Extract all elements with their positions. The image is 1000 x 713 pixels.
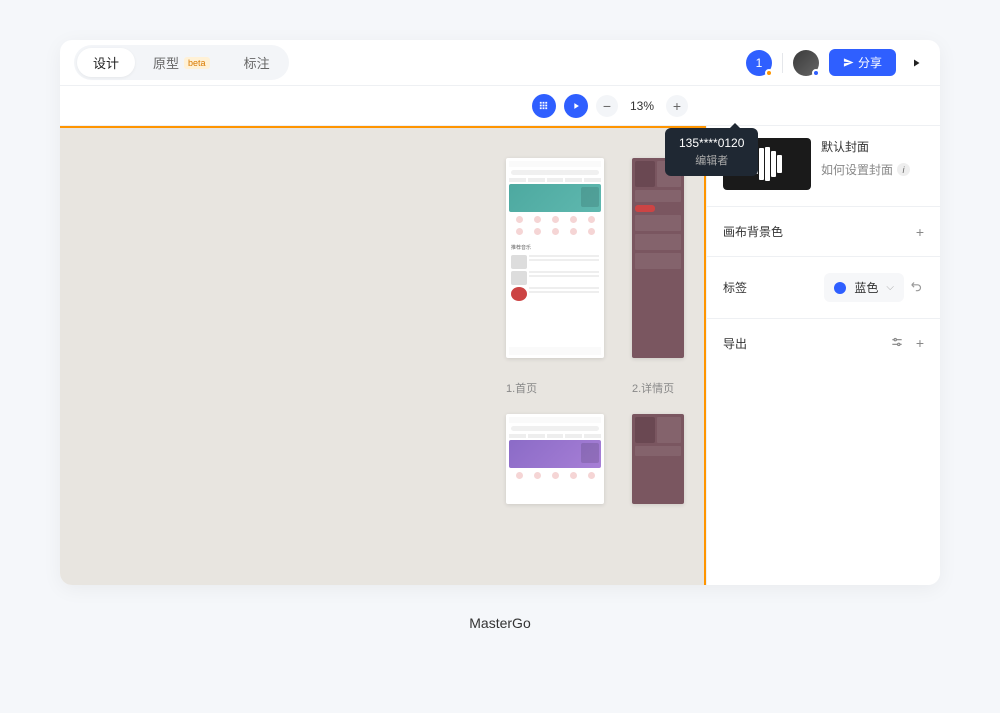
artboard-frame-detail-2[interactable] [632,414,684,504]
sliders-icon [890,335,904,349]
view-toolbar: − 13% + [60,86,940,126]
artboard-column-1: 推荐音乐 1.首页 [506,158,604,504]
canvas[interactable]: 推荐音乐 1.首页 [60,126,706,585]
paper-plane-icon [843,57,854,68]
color-swatch-icon [834,282,846,294]
page-caption: MasterGo [469,615,530,631]
artboard-frame-home[interactable]: 推荐音乐 [506,158,604,358]
export-section: 导出 + [723,335,924,352]
beta-badge: beta [184,57,210,69]
grid-icon [538,100,549,111]
cover-subtitle: 如何设置封面 [821,161,893,178]
export-label: 导出 [723,335,747,352]
undo-button[interactable] [910,279,924,296]
cover-info: 默认封面 如何设置封面 i [821,138,910,190]
user-presence-badge[interactable]: 1 [746,50,772,76]
share-button[interactable]: 分享 [829,49,896,76]
play-view-button[interactable] [564,94,588,118]
divider [707,206,940,207]
main-content: 推荐音乐 1.首页 [60,126,940,585]
mode-tabs: 设计 原型 beta 标注 [74,45,289,80]
add-background-button[interactable]: + [916,224,924,240]
presence-dot-icon [765,69,773,77]
artboard-label-1: 1.首页 [506,380,604,396]
zoom-in-button[interactable]: + [666,95,688,117]
cover-help-link[interactable]: 如何设置封面 i [821,161,910,178]
background-section: 画布背景色 + [723,223,924,240]
zoom-out-button[interactable]: − [596,95,618,117]
background-label: 画布背景色 [723,223,783,240]
app-window: 设计 原型 beta 标注 1 分享 [60,40,940,585]
undo-icon [910,279,924,293]
divider [707,256,940,257]
tooltip-user-id: 135****0120 [679,136,744,150]
chevron-down-icon: ⌵ [886,282,894,293]
artboards-container: 推荐音乐 1.首页 [506,158,684,504]
artboard-column-2: 2.详情页 [632,158,684,504]
user-count: 1 [756,56,763,70]
play-icon [571,101,581,111]
artboard-frame-home-2[interactable] [506,414,604,504]
topbar: 设计 原型 beta 标注 1 分享 [60,40,940,86]
avatar[interactable] [793,50,819,76]
tag-value: 蓝色 [854,279,878,296]
tooltip-user-role: 编辑者 [695,152,728,168]
info-icon: i [897,163,910,176]
topbar-right: 1 分享 [746,49,926,76]
properties-panel: 默认封面 如何设置封面 i 画布背景色 + 标签 蓝色 [706,126,940,585]
add-export-button[interactable]: + [916,335,924,352]
tag-section: 标签 蓝色 ⌵ [723,273,924,302]
share-label: 分享 [858,54,882,71]
zoom-value[interactable]: 13% [626,99,658,113]
tag-color-select[interactable]: 蓝色 ⌵ [824,273,904,302]
export-settings-button[interactable] [890,335,904,352]
tab-annotate[interactable]: 标注 [228,48,286,77]
cover-title: 默认封面 [821,138,910,155]
tab-prototype[interactable]: 原型 beta [137,48,226,77]
play-icon [910,57,922,69]
tag-label: 标签 [723,279,747,296]
artboard-label-2: 2.详情页 [632,380,684,396]
avatar-status-icon [812,69,820,77]
grid-view-button[interactable] [532,94,556,118]
user-tooltip: 135****0120 编辑者 [665,128,758,176]
tab-design[interactable]: 设计 [77,48,135,77]
divider [707,318,940,319]
tab-prototype-label: 原型 [153,53,179,72]
present-button[interactable] [906,53,926,73]
artboard-frame-detail[interactable] [632,158,684,358]
divider [782,53,783,73]
